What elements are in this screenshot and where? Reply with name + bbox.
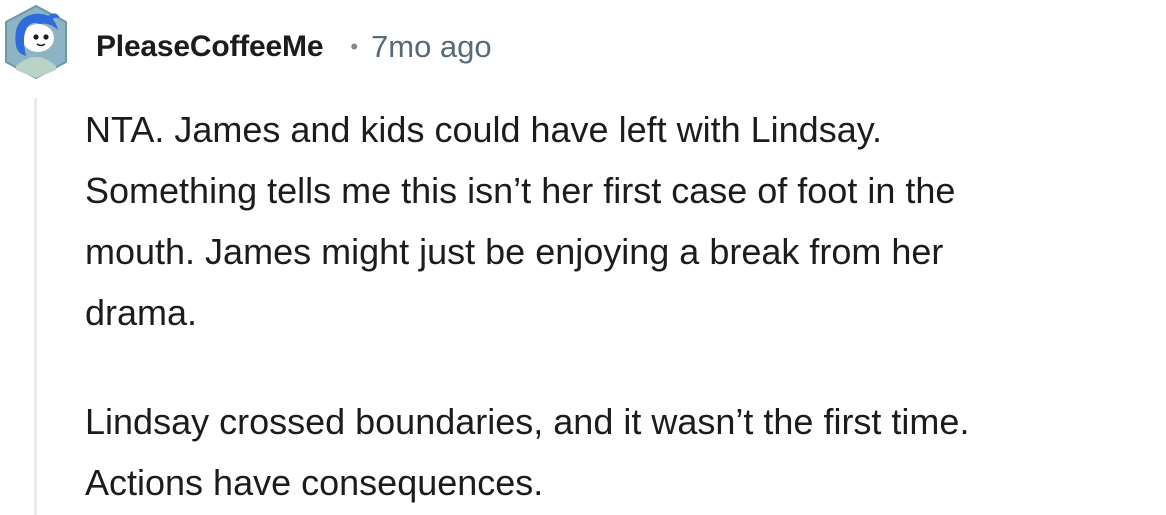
comment: PleaseCoffeeMe • 7mo ago NTA. James and …: [0, 0, 1166, 515]
timestamp[interactable]: 7mo ago: [371, 29, 492, 65]
username-link[interactable]: PleaseCoffeeMe: [96, 30, 324, 64]
thread-line[interactable]: [34, 98, 37, 515]
comment-body: NTA. James and kids could have left with…: [85, 99, 1160, 513]
comment-header: PleaseCoffeeMe • 7mo ago: [96, 27, 492, 67]
comment-paragraph: Lindsay crossed boundaries, and it wasn’…: [85, 401, 970, 503]
separator-dot: •: [350, 34, 359, 59]
comment-paragraph: NTA. James and kids could have left with…: [85, 109, 956, 333]
snoo-avatar-icon: [5, 4, 67, 80]
user-avatar[interactable]: [4, 4, 68, 80]
